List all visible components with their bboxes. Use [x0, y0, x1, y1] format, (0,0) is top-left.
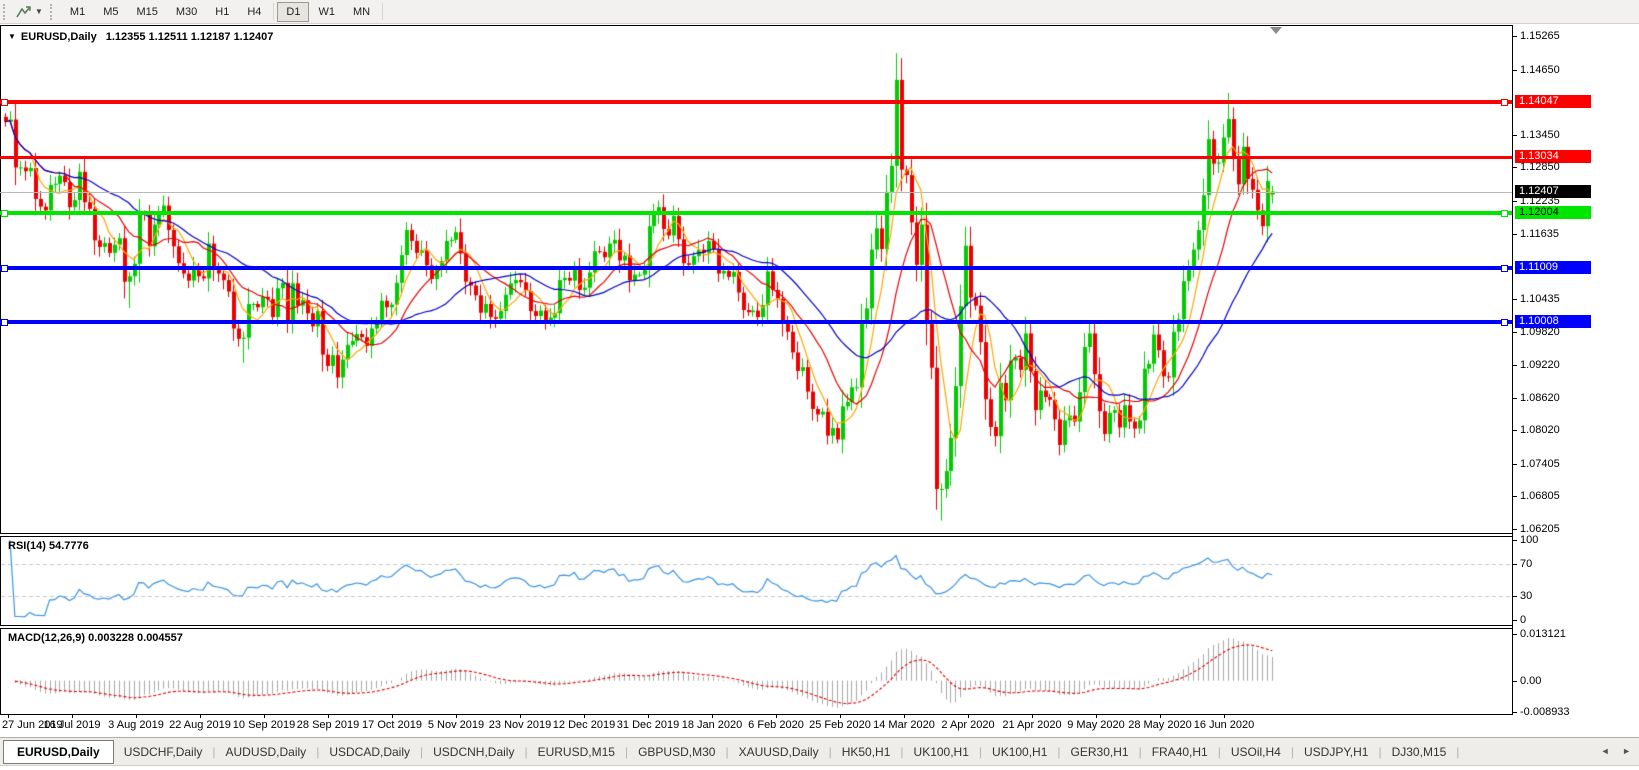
price-tick-label: 1.06205 — [1520, 523, 1560, 535]
tab-usdchf-daily-1[interactable]: USDCHF,Daily — [114, 740, 213, 764]
price-tick-label: 1.09220 — [1520, 359, 1560, 371]
top-toolbar: ▼ M1 M5 M15 M30 H1 H4 D1 W1 MN — [0, 0, 1639, 24]
date-label: 9 May 2020 — [1067, 719, 1125, 731]
price-tick-label: 1.13450 — [1520, 129, 1560, 141]
toolbar-separator — [273, 3, 275, 20]
tab-audusd-daily-2[interactable]: AUDUSD,Daily — [216, 740, 317, 764]
chart-tabs: EURUSD,Daily USDCHF,Daily | AUDUSD,Daily | US… — [0, 739, 1460, 764]
trading-platform-window: ▼ M1 M5 M15 M30 H1 H4 D1 W1 MN ▼ EURUSD,Daily 1.12… — [0, 0, 1639, 770]
rsi-axis-label: 100 — [1520, 534, 1539, 546]
date-label: 10 Sep 2019 — [232, 719, 296, 731]
timeframe-button-m1[interactable]: M1 — [61, 2, 94, 22]
price-badge-1.14047: 1.14047 — [1515, 95, 1591, 108]
horizontal-line-1.12004[interactable] — [0, 211, 1512, 215]
current-price-line — [0, 192, 1512, 193]
date-label: 14 Mar 2020 — [873, 719, 935, 731]
date-label: 22 Aug 2019 — [169, 719, 231, 731]
toolbar-grip[interactable] — [3, 3, 9, 20]
tab-usoil-h4-13[interactable]: USOil,H4 — [1221, 740, 1291, 764]
date-label: 16 Jul 2019 — [43, 719, 101, 731]
status-bar — [0, 765, 1639, 770]
price-tick-label: 1.07405 — [1520, 458, 1560, 470]
price-badge-1.10008: 1.10008 — [1515, 315, 1591, 328]
current-price-badge: 1.12407 — [1515, 185, 1591, 198]
macd-axis-label: 0.00 — [1520, 675, 1542, 687]
date-label: 5 Nov 2019 — [427, 719, 485, 731]
price-tick-label: 1.08020 — [1520, 424, 1560, 436]
tab-xauusd-daily-7[interactable]: XAUUSD,Daily — [729, 740, 829, 764]
price-tick-label: 1.15265 — [1520, 30, 1560, 42]
price-tick-label: 1.08620 — [1520, 392, 1560, 404]
toolbar-grip-2[interactable] — [49, 3, 56, 20]
price-tick-label: 1.12850 — [1520, 161, 1560, 173]
date-label: 21 Apr 2020 — [1002, 719, 1062, 731]
timeframe-button-d1[interactable]: D1 — [277, 1, 310, 22]
macd-axis-label: 0.013121 — [1520, 628, 1566, 640]
horizontal-line-1.14047[interactable] — [0, 100, 1512, 104]
price-tick-label: 1.14650 — [1520, 64, 1560, 76]
tab-gbpusd-m30-6[interactable]: GBPUSD,M30 — [628, 740, 725, 764]
tabs-scroll-left-icon[interactable]: ◄ — [1601, 746, 1610, 756]
horizontal-line-1.10008[interactable] — [0, 320, 1512, 324]
timeframe-button-h1[interactable]: H1 — [206, 2, 238, 22]
date-label: 3 Aug 2019 — [108, 719, 164, 731]
price-badge-1.12004: 1.12004 — [1515, 206, 1591, 219]
date-label: 12 Dec 2019 — [552, 719, 616, 731]
timeframe-button-m30[interactable]: M30 — [167, 2, 206, 22]
timeframe-button-w1[interactable]: W1 — [309, 2, 344, 22]
tab-separator: | — [1456, 744, 1460, 759]
date-label: 2 Apr 2020 — [941, 719, 995, 731]
price-tick-label: 1.12235 — [1520, 195, 1560, 207]
tab-usdcad-daily-3[interactable]: USDCAD,Daily — [319, 740, 420, 764]
date-label: 23 Nov 2019 — [488, 719, 552, 731]
tab-navigation: ◄ ► — [1591, 746, 1631, 756]
date-label: 16 Jun 2020 — [1193, 719, 1255, 731]
date-label: 18 Jan 2020 — [681, 719, 743, 731]
rsi-axis-label: 70 — [1520, 558, 1533, 570]
rsi-pane[interactable] — [0, 536, 1513, 626]
price-tick-label: 1.11635 — [1520, 228, 1559, 240]
macd-pane[interactable] — [0, 628, 1513, 715]
price-tick-label: 1.10435 — [1520, 293, 1560, 305]
toolbar-separator — [382, 3, 384, 20]
date-label: 17 Oct 2019 — [362, 719, 422, 731]
tab-dj30-m15-15[interactable]: DJ30,M15 — [1382, 740, 1457, 764]
tab-hk50-h1-8[interactable]: HK50,H1 — [832, 740, 901, 764]
tab-usdcnh-daily-4[interactable]: USDCNH,Daily — [423, 740, 524, 764]
tab-uk100-h1-10[interactable]: UK100,H1 — [982, 740, 1057, 764]
price-badge-1.11009: 1.11009 — [1515, 261, 1591, 274]
chart-tool-icon[interactable] — [14, 4, 34, 20]
chart-tool-dropdown-icon[interactable]: ▼ — [35, 7, 43, 16]
horizontal-line-1.13034[interactable] — [0, 156, 1512, 159]
date-label: 25 Feb 2020 — [809, 719, 871, 731]
chart-tab-bar: EURUSD,Daily USDCHF,Daily | AUDUSD,Daily | US… — [0, 737, 1639, 765]
rsi-axis-label: 30 — [1520, 590, 1533, 602]
tab-fra40-h1-12[interactable]: FRA40,H1 — [1142, 740, 1218, 764]
price-tick-label: 1.06805 — [1520, 490, 1560, 502]
date-label: 6 Feb 2020 — [748, 719, 804, 731]
date-label: 28 Sep 2019 — [296, 719, 360, 731]
price-badge-1.13034: 1.13034 — [1515, 150, 1591, 163]
timeframe-button-m15[interactable]: M15 — [127, 2, 166, 22]
tab-ger30-h1-11[interactable]: GER30,H1 — [1061, 740, 1139, 764]
tab-eurusd-m15-5[interactable]: EURUSD,M15 — [528, 740, 625, 764]
macd-axis-label: -0.008933 — [1520, 706, 1570, 718]
tab-eurusd-daily-0[interactable]: EURUSD,Daily — [3, 739, 114, 764]
rsi-axis-label: 0 — [1520, 614, 1527, 626]
price-tick-label: 1.09820 — [1520, 326, 1560, 338]
date-label: 28 May 2020 — [1128, 719, 1192, 731]
tab-uk100-h1-9[interactable]: UK100,H1 — [904, 740, 979, 764]
date-label: 31 Dec 2019 — [616, 719, 680, 731]
timeframe-button-group: M1 M5 M15 M30 H1 H4 D1 W1 MN — [61, 1, 386, 22]
timeframe-button-mn[interactable]: MN — [344, 2, 379, 22]
date-label: 27 Jun 2019 — [2, 719, 63, 731]
timeframe-button-h4[interactable]: H4 — [238, 2, 270, 22]
timeframe-button-m5[interactable]: M5 — [94, 2, 127, 22]
horizontal-line-1.11009[interactable] — [0, 266, 1512, 270]
tabs-scroll-right-icon[interactable]: ► — [1622, 746, 1631, 756]
tab-usdjpy-h1-14[interactable]: USDJPY,H1 — [1294, 740, 1378, 764]
